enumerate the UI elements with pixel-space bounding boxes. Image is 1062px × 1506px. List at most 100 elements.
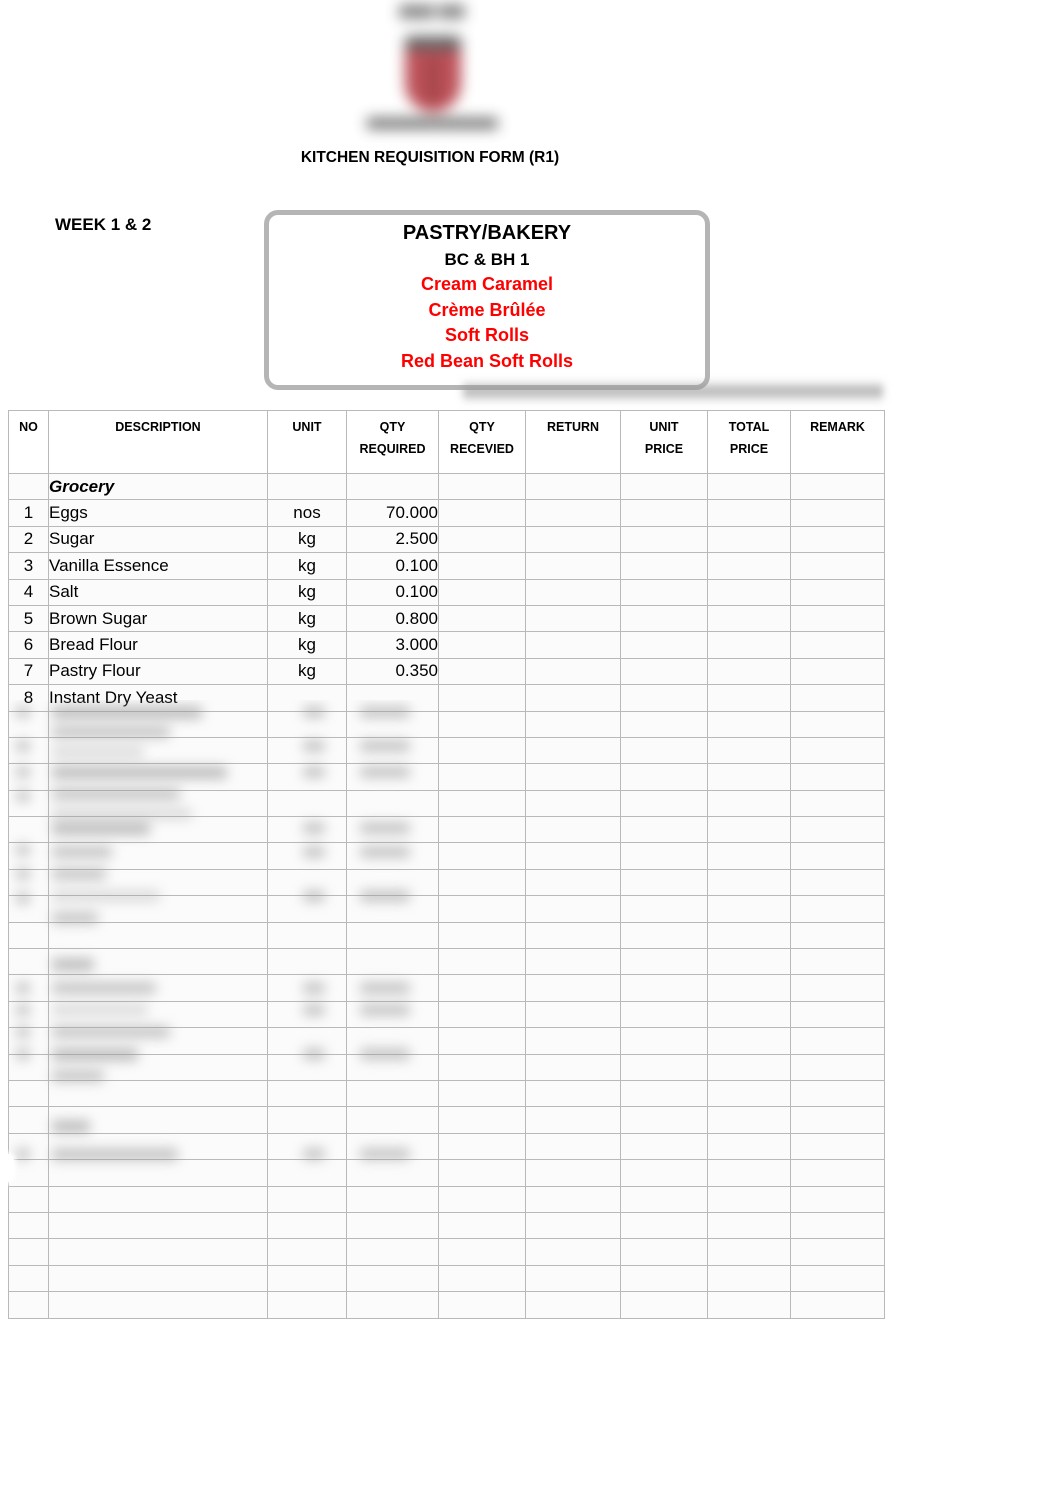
cell-unit[interactable] (267, 842, 347, 870)
cell-description[interactable] (48, 1000, 268, 1029)
cell-no[interactable] (8, 1211, 49, 1240)
cell-no[interactable] (8, 710, 49, 738)
cell-qty-required[interactable] (346, 974, 439, 1002)
cell-qty-required[interactable] (346, 763, 439, 791)
cell-qty-required[interactable] (346, 1264, 439, 1293)
cell-no[interactable]: 2 (8, 525, 49, 554)
cell-qty-required[interactable] (346, 1106, 439, 1134)
cell-qty-required[interactable]: 0.800 (346, 604, 439, 633)
cell-qty-received[interactable] (438, 974, 526, 1002)
cell-return[interactable] (525, 578, 621, 606)
cell-no[interactable]: 7 (8, 657, 49, 686)
cell-qty-received[interactable] (438, 1185, 526, 1213)
cell-remark[interactable] (790, 763, 885, 791)
cell-qty-required[interactable] (346, 921, 439, 950)
cell-qty-required[interactable]: 0.100 (346, 552, 439, 580)
cell-description[interactable]: Instant Dry Yeast (48, 684, 268, 712)
cell-remark[interactable] (790, 1000, 885, 1029)
cell-unit-price[interactable] (620, 578, 708, 606)
cell-remark[interactable] (790, 1238, 885, 1266)
cell-total-price[interactable] (707, 948, 791, 976)
cell-no[interactable] (8, 868, 49, 897)
cell-qty-received[interactable] (438, 525, 526, 554)
cell-total-price[interactable] (707, 631, 791, 659)
cell-unit[interactable] (267, 1079, 347, 1108)
cell-total-price[interactable] (707, 657, 791, 686)
cell-qty-required[interactable] (346, 736, 439, 765)
cell-no[interactable] (8, 842, 49, 870)
cell-no[interactable] (8, 1264, 49, 1293)
cell-unit[interactable] (267, 1027, 347, 1055)
cell-description[interactable] (48, 816, 268, 844)
cell-no[interactable] (8, 763, 49, 791)
cell-qty-received[interactable] (438, 1079, 526, 1108)
cell-no[interactable] (8, 1000, 49, 1029)
cell-description[interactable] (48, 868, 268, 897)
cell-no[interactable] (8, 736, 49, 765)
cell-total-price[interactable] (707, 1211, 791, 1240)
cell-qty-required[interactable] (346, 1211, 439, 1240)
cell-qty-required[interactable] (346, 1000, 439, 1029)
cell-remark[interactable] (790, 816, 885, 844)
cell-total-price[interactable] (707, 499, 791, 527)
cell-unit[interactable] (267, 868, 347, 897)
cell-no[interactable] (8, 816, 49, 844)
cell-unit-price[interactable] (620, 842, 708, 870)
cell-return[interactable] (525, 1027, 621, 1055)
cell-remark[interactable] (790, 974, 885, 1002)
cell-description[interactable] (48, 842, 268, 870)
cell-total-price[interactable] (707, 1264, 791, 1293)
cell-return[interactable] (525, 710, 621, 738)
cell-total-price[interactable] (707, 1238, 791, 1266)
cell-qty-required[interactable] (346, 816, 439, 844)
cell-qty-required[interactable] (346, 895, 439, 923)
cell-qty-received[interactable] (438, 1106, 526, 1134)
cell-remark[interactable] (790, 1185, 885, 1213)
cell-remark[interactable] (790, 710, 885, 738)
cell-no[interactable] (8, 921, 49, 950)
cell-unit[interactable] (267, 684, 347, 712)
cell-unit-price[interactable] (620, 1106, 708, 1134)
cell-unit-price[interactable] (620, 763, 708, 791)
cell-remark[interactable] (790, 1159, 885, 1187)
cell-return[interactable] (525, 1132, 621, 1161)
cell-no[interactable] (8, 1185, 49, 1213)
cell-remark[interactable] (790, 1027, 885, 1055)
cell-qty-required[interactable] (346, 684, 439, 712)
cell-no[interactable] (8, 1291, 49, 1319)
cell-qty-received[interactable] (438, 1238, 526, 1266)
cell-return[interactable] (525, 1106, 621, 1134)
cell-description[interactable] (48, 921, 268, 950)
cell-unit[interactable] (267, 1053, 347, 1081)
cell-remark[interactable] (790, 1079, 885, 1108)
cell-total-price[interactable] (707, 736, 791, 765)
cell-return[interactable] (525, 948, 621, 976)
cell-qty-received[interactable] (438, 1211, 526, 1240)
cell-remark[interactable] (790, 1211, 885, 1240)
cell-unit-price[interactable] (620, 736, 708, 765)
cell-return[interactable] (525, 895, 621, 923)
cell-description[interactable]: Vanilla Essence (48, 552, 268, 580)
cell-description[interactable] (48, 1159, 268, 1187)
cell-qty-received[interactable] (438, 789, 526, 818)
cell-no[interactable] (8, 1238, 49, 1266)
cell-unit[interactable] (267, 1238, 347, 1266)
cell-remark[interactable] (790, 736, 885, 765)
cell-qty-received[interactable] (438, 710, 526, 738)
cell-unit-price[interactable] (620, 1185, 708, 1213)
cell-description[interactable]: Salt (48, 578, 268, 606)
cell-unit[interactable] (267, 1000, 347, 1029)
cell-unit-price[interactable] (620, 499, 708, 527)
cell-description[interactable] (48, 948, 268, 976)
cell-no[interactable] (8, 1132, 49, 1161)
cell-description[interactable] (48, 1132, 268, 1161)
cell-total-price[interactable] (707, 974, 791, 1002)
cell-unit[interactable]: kg (267, 657, 347, 686)
cell-qty-received[interactable] (438, 763, 526, 791)
cell-qty-received[interactable] (438, 948, 526, 976)
cell-qty-required[interactable] (346, 710, 439, 738)
cell-unit[interactable] (267, 1185, 347, 1213)
cell-no[interactable] (8, 1027, 49, 1055)
cell-description[interactable]: Pastry Flour (48, 657, 268, 686)
cell-return[interactable] (525, 1053, 621, 1081)
